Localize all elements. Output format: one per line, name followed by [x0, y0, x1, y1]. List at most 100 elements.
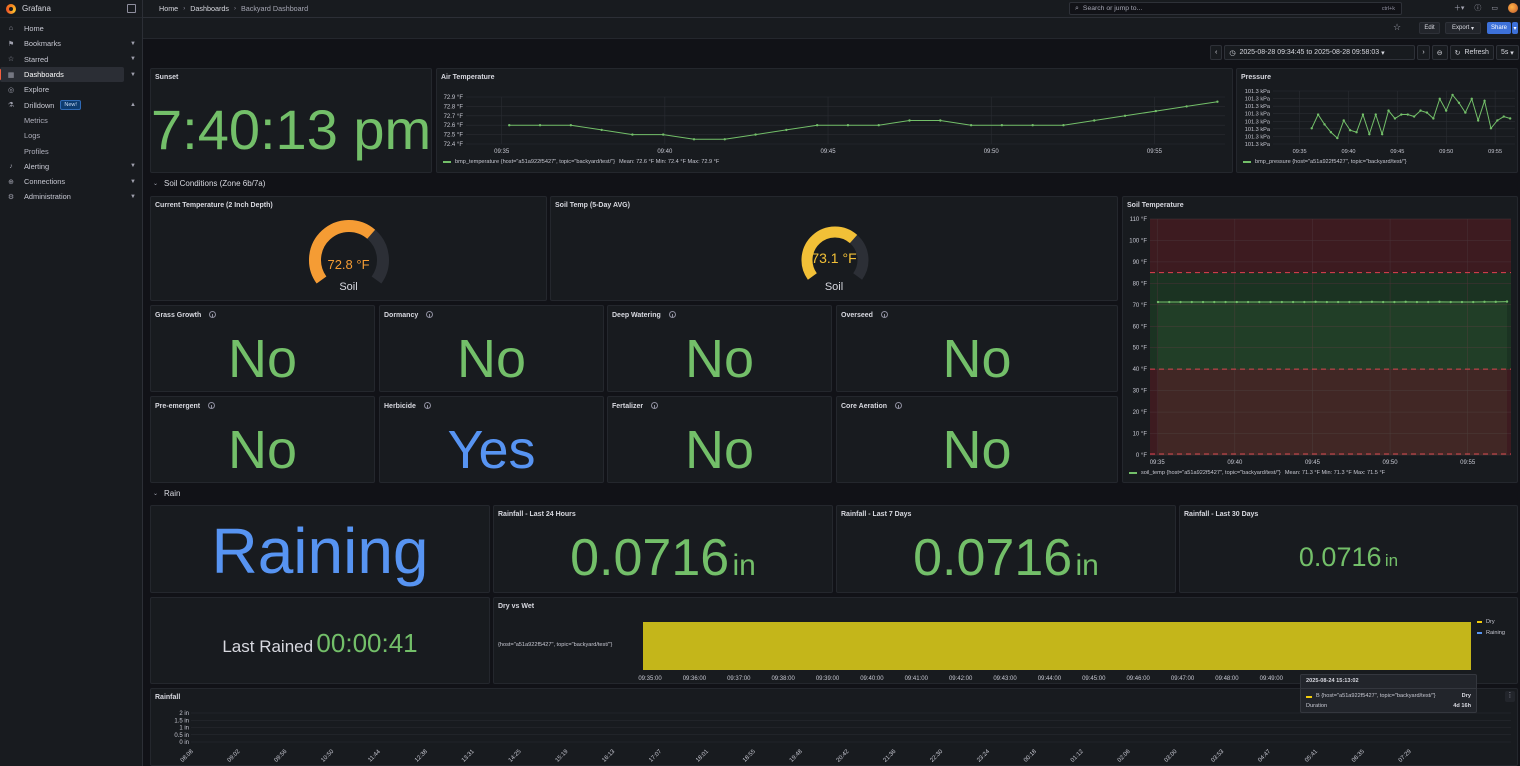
breadcrumb-home[interactable]: Home [159, 4, 178, 13]
y-tick-label: 10 °F [1133, 432, 1148, 438]
raining-panel: Raining [150, 505, 490, 593]
y-tick-label: 100 °F [1129, 238, 1147, 244]
row-header-soil[interactable]: ⌄ Soil Conditions (Zone 6b/7a) [153, 179, 265, 188]
info-icon[interactable] [208, 402, 216, 409]
help-icon[interactable]: ⓘ [1474, 3, 1481, 13]
brand[interactable]: Grafana [0, 0, 142, 18]
chevron-down-icon[interactable]: ▼ [130, 56, 136, 62]
add-icon[interactable]: ＋▾ [1454, 3, 1465, 13]
panel-menu-icon[interactable]: ⋮ [1505, 691, 1515, 702]
export-button[interactable]: Export ▾ [1445, 22, 1481, 34]
clock-icon: ◷ [1229, 49, 1236, 57]
x-tick-label: 09:44:00 [1038, 676, 1062, 682]
info-icon[interactable] [651, 402, 659, 409]
data-point [1179, 300, 1182, 304]
news-icon[interactable]: ▭ [1491, 4, 1498, 12]
chart-legend[interactable]: soil_temp {host="a51a922f5427", topic="b… [1129, 470, 1385, 476]
soil-temperature-chart[interactable]: 0 °F 10 °F 20 °F 30 °F 40 °F 50 °F 60 °F 70 °F 8… [1123, 197, 1518, 467]
stat-number: 0.0716 [1298, 542, 1382, 572]
info-icon[interactable] [426, 311, 434, 318]
sidebar-item-profiles[interactable]: Profiles [0, 143, 142, 158]
share-button[interactable]: Share [1487, 22, 1511, 34]
data-point [1213, 300, 1216, 304]
panel-title: Rainfall - Last 30 Days [1184, 511, 1259, 518]
time-back-button[interactable]: ‹ [1210, 45, 1223, 60]
x-tick-label: 09:55 [1488, 149, 1502, 155]
data-point [1156, 300, 1160, 304]
sidebar-item-bookmarks[interactable]: ⚑ Bookmarks ▼ [0, 36, 136, 51]
dashboard-toolbar: ☆ Edit Export ▾ Share ▾ [143, 18, 1520, 39]
chevron-up-icon[interactable]: ▲ [130, 102, 136, 108]
tooltip-divider [1301, 688, 1476, 689]
stat-value: 0.0716 in [1180, 542, 1517, 573]
sidebar-item-metrics[interactable]: Metrics [0, 113, 142, 128]
x-tick-label: 09:43:00 [993, 676, 1017, 682]
info-icon[interactable] [423, 402, 431, 409]
y-tick-label: 101.3 kPa [1245, 97, 1271, 103]
chevron-down-icon[interactable]: ▼ [130, 41, 136, 47]
legend-raining[interactable]: Raining [1477, 630, 1505, 636]
legend-dry[interactable]: Dry [1477, 619, 1495, 625]
last-rained-value: 00:00:41 [316, 628, 418, 658]
tooltip-duration-value: 4d 16h [1453, 703, 1471, 709]
x-tick-label: 17:07 [648, 748, 663, 763]
data-point [1031, 124, 1034, 127]
soil-temperature-panel: Soil Temperature 0 °F 10 °F 20 °F 30 °F 40 °… [1122, 196, 1518, 483]
sidebar-item-home[interactable]: ⌂ Home [0, 21, 124, 36]
time-range-picker[interactable]: ◷ 2025-08-28 09:34:45 to 2025-08-28 09:58… [1224, 45, 1416, 60]
share-dropdown[interactable]: ▾ [1512, 22, 1518, 34]
sidebar-item-explore[interactable]: ◎ Explore [0, 82, 124, 97]
pressure-chart[interactable]: 101.3 kPa101.3 kPa101.3 kPa101.3 kPa101.… [1237, 69, 1518, 159]
y-tick-label: 101.3 kPa [1245, 89, 1271, 95]
data-point [1380, 132, 1384, 136]
air-temperature-chart[interactable]: 72.4 °F 72.5 °F 72.6 °F 72.7 °F 72.8 °F 72.9 … [437, 69, 1233, 159]
zoom-out-button[interactable]: ⊖ [1431, 45, 1448, 60]
row-header-rain[interactable]: ⌄ Rain [153, 489, 180, 498]
data-point [1438, 300, 1441, 304]
sidebar-item-label: Administration [24, 192, 71, 202]
refresh-button[interactable]: ↻ Refresh [1449, 45, 1494, 60]
stat-value: 0.0716 in [837, 528, 1175, 588]
chart-legend[interactable]: bmp_temperature {host="a51a922f5427", to… [443, 159, 719, 165]
refresh-interval-select[interactable]: 5s ▾ [1495, 45, 1519, 60]
star-icon: ☆ [7, 56, 15, 64]
y-tick-label: 70 °F [1133, 303, 1148, 309]
data-point [1269, 300, 1272, 304]
last-rained-label: Last Rained [222, 637, 314, 656]
data-point [1310, 127, 1313, 130]
x-tick-label: 09:45 [1305, 460, 1321, 466]
x-tick-label: 15:19 [555, 748, 570, 763]
breadcrumb-dashboards[interactable]: Dashboards [190, 4, 229, 13]
chevron-down-icon[interactable]: ▼ [130, 163, 136, 169]
data-point [1062, 124, 1065, 127]
data-point [1483, 99, 1486, 103]
chevron-down-icon[interactable]: ▼ [130, 179, 136, 185]
info-icon[interactable] [209, 311, 217, 318]
sidebar-item-starred[interactable]: ☆ Starred ▼ [0, 52, 136, 67]
sidebar-item-dashboards[interactable]: ▦ Dashboards ▼ [0, 66, 136, 83]
sidebar-item-connections[interactable]: ⊕ Connections ▼ [0, 174, 136, 189]
dock-menu-icon[interactable] [127, 4, 136, 13]
star-icon[interactable]: ☆ [1393, 22, 1401, 33]
edit-button[interactable]: Edit [1419, 22, 1440, 34]
time-forward-button[interactable]: › [1417, 45, 1430, 60]
sidebar-item-logs[interactable]: Logs [0, 128, 142, 143]
data-point [1476, 119, 1480, 122]
sidebar-item-alerting[interactable]: ♪ Alerting ▼ [0, 159, 136, 174]
sidebar-item-drilldown[interactable]: ⚗ Drilldown New! ▲ [0, 97, 136, 112]
chevron-down-icon[interactable]: ▼ [130, 194, 136, 200]
avatar[interactable] [1508, 3, 1518, 13]
sidebar-item-administration[interactable]: ⚙ Administration ▼ [0, 189, 136, 204]
chevron-down-icon[interactable]: ▼ [130, 72, 136, 78]
info-icon[interactable] [668, 311, 676, 318]
search-input[interactable]: ⌕ Search or jump to... ctrl+k [1069, 2, 1402, 15]
chart-legend[interactable]: bmp_pressure {host="a51a922f5427", topic… [1243, 159, 1407, 165]
info-icon[interactable] [880, 311, 888, 318]
info-icon[interactable] [895, 402, 903, 409]
y-tick-label: 1 in [179, 726, 189, 732]
chevron-down-icon: ⌄ [153, 181, 159, 187]
series-area [1158, 301, 1507, 455]
state-timeline-chart[interactable]: 09:35:00 09:36:00 09:37:00 09:38:00 09:39:00… [494, 598, 1518, 684]
search-shortcut: ctrl+k [1381, 5, 1395, 12]
deep-watering-panel: Deep Watering No [607, 305, 832, 392]
